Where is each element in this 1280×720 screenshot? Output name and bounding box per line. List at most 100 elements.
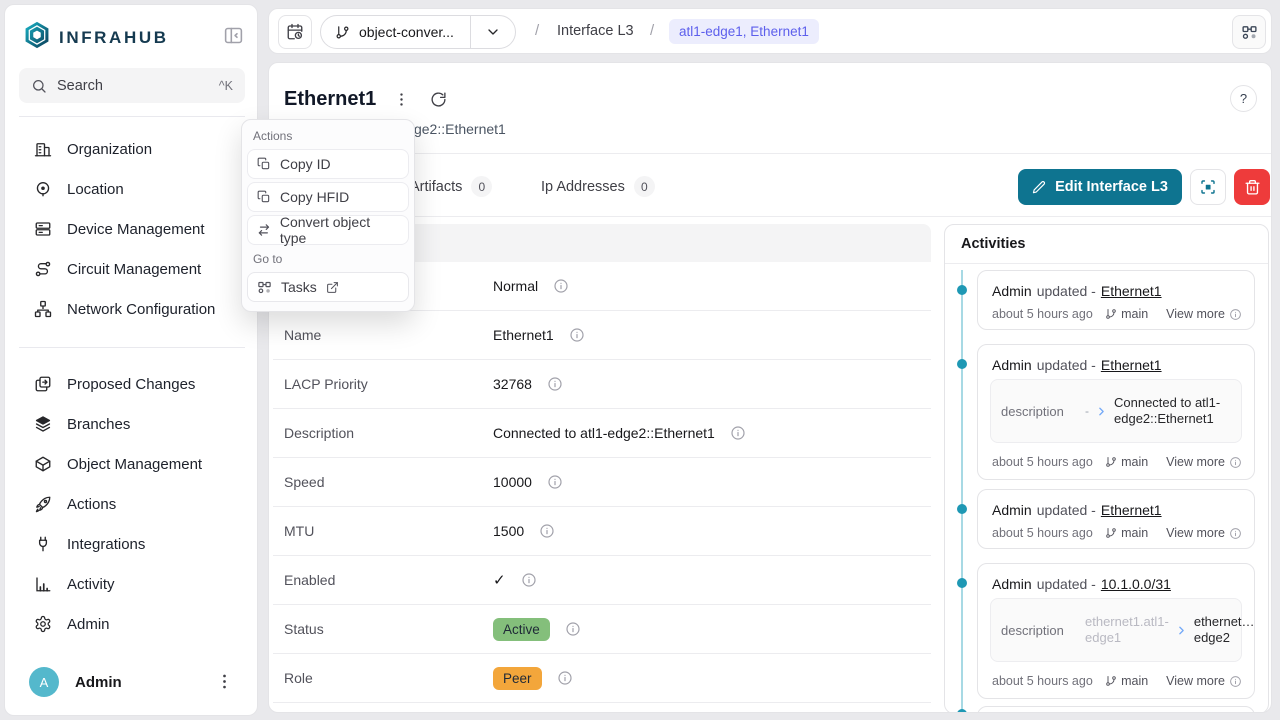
menu-section-actions: Actions [247, 125, 409, 146]
user-menu-kebab-icon[interactable] [215, 672, 234, 691]
delete-button[interactable] [1234, 169, 1270, 205]
git-branch-icon [1105, 527, 1117, 539]
refresh-icon[interactable] [430, 91, 447, 108]
status-badge: Active [493, 618, 550, 641]
menu-item-copy-id[interactable]: Copy ID [247, 149, 409, 179]
route-icon [34, 260, 52, 278]
sidebar-item-object-management[interactable]: Object Management [19, 444, 245, 484]
sidebar-item-location[interactable]: Location [19, 169, 245, 209]
calendar-clock-icon [286, 23, 304, 41]
time-travel-button[interactable] [278, 15, 312, 49]
view-more-link[interactable]: View more [1166, 455, 1242, 469]
box-icon [34, 455, 52, 473]
sidebar-item-integrations[interactable]: Integrations [19, 524, 245, 564]
info-icon[interactable] [539, 523, 555, 539]
activity-time: about 5 hours ago [992, 455, 1093, 469]
chevron-right-icon [1175, 624, 1188, 637]
sidebar-item-branches[interactable]: Branches [19, 404, 245, 444]
activity-card: Adminupdated -10.1.0.0/31 description et… [977, 563, 1255, 699]
menu-item-copy-hfid[interactable]: Copy HFID [247, 182, 409, 212]
sidebar-item-circuit-management[interactable]: Circuit Management [19, 249, 245, 289]
bar-chart-icon [34, 575, 52, 593]
info-icon[interactable] [553, 278, 569, 294]
diff-new-value: Connected to atl1-edge2::Ethernet1 [1114, 395, 1231, 428]
branch-selector[interactable]: object-conver... [320, 15, 516, 49]
menu-item-convert-object-type[interactable]: Convert object type [247, 215, 409, 245]
timeline-dot [957, 504, 967, 514]
diff-new-value: ethernet… edge2 [1194, 614, 1255, 647]
activity-target-link[interactable]: Ethernet1 [1101, 357, 1162, 373]
brand-name: INFRAHUB [59, 28, 169, 48]
info-icon [1229, 308, 1242, 321]
manage-groups-button[interactable] [1190, 169, 1226, 205]
info-icon[interactable] [569, 327, 585, 343]
sidebar-item-admin[interactable]: Admin [19, 604, 245, 644]
breadcrumb-separator: / [535, 22, 539, 39]
git-branch-icon [1105, 675, 1117, 687]
view-more-link[interactable]: View more [1166, 526, 1242, 540]
search-input[interactable]: Search ^K [19, 68, 245, 103]
page-title: Ethernet1 [284, 88, 376, 111]
git-branch-icon [335, 25, 350, 40]
activity-card: Adminupdated -Ethernet1 description - Co… [977, 344, 1255, 480]
activity-time: about 5 hours ago [992, 674, 1093, 688]
help-button[interactable]: ? [1230, 85, 1257, 112]
network-icon [34, 300, 52, 318]
sidebar-item-network-configuration[interactable]: Network Configuration [19, 289, 245, 329]
info-icon[interactable] [547, 376, 563, 392]
info-icon[interactable] [730, 425, 746, 441]
activity-target-link[interactable]: Ethernet1 [1101, 283, 1162, 299]
main-panel: Ethernet1 Connected to atl1-edge2::Ether… [268, 62, 1272, 713]
view-more-link[interactable]: View more [1166, 307, 1242, 321]
infrahub-logo-icon [23, 21, 51, 49]
breadcrumb-separator: / [650, 22, 654, 39]
timeline-dot [957, 709, 967, 713]
pencil-icon [1032, 180, 1046, 194]
activities-divider [945, 263, 1268, 264]
box-select-icon [1199, 178, 1217, 196]
tasks-shortcut-button[interactable] [1232, 15, 1266, 49]
gear-icon [34, 615, 52, 633]
activity-card: Adminupdated -Ethernet1 about 5 hours ag… [977, 489, 1255, 549]
breadcrumb-interface-l3[interactable]: Interface L3 [557, 23, 634, 39]
info-icon[interactable] [557, 670, 573, 686]
info-icon[interactable] [547, 474, 563, 490]
tab-artifacts[interactable]: Artifacts 0 [410, 176, 492, 197]
breadcrumb-current-object[interactable]: atl1-edge1, Ethernet1 [669, 19, 819, 44]
info-icon[interactable] [521, 572, 537, 588]
diff-old-value: ethernet1.atl1-edge1 [1085, 614, 1169, 647]
object-actions-kebab-icon[interactable] [393, 91, 410, 108]
tabs-divider [269, 216, 1272, 217]
menu-item-tasks[interactable]: Tasks [247, 272, 409, 302]
copy-icon [257, 190, 271, 204]
map-pin-icon [34, 180, 52, 198]
sidebar-item-proposed-changes[interactable]: Proposed Changes [19, 364, 245, 404]
git-branch-icon [1105, 456, 1117, 468]
edit-interface-button[interactable]: Edit Interface L3 [1018, 169, 1182, 205]
user-row[interactable]: A Admin [29, 665, 239, 699]
activity-time: about 5 hours ago [992, 526, 1093, 540]
search-placeholder: Search [57, 78, 103, 94]
view-more-link[interactable]: View more [1166, 674, 1242, 688]
sidebar-collapse-icon[interactable] [223, 25, 244, 46]
detail-row-description: Description Connected to atl1-edge2::Eth… [273, 409, 931, 458]
tab-ip-addresses[interactable]: Ip Addresses 0 [541, 176, 655, 197]
info-icon[interactable] [565, 621, 581, 637]
detail-row-enabled: Enabled ✓ [273, 556, 931, 605]
diff-box: description ethernet1.atl1-edge1 etherne… [990, 598, 1242, 662]
sidebar-item-actions[interactable]: Actions [19, 484, 245, 524]
avatar: A [29, 667, 59, 697]
activity-target-link[interactable]: 10.1.0.0/31 [1101, 576, 1171, 592]
workflow-icon [257, 280, 272, 295]
chevron-down-icon[interactable] [485, 24, 501, 40]
top-navbar: object-conver... / Interface L3 / atl1-e… [268, 8, 1272, 54]
role-badge: Peer [493, 667, 542, 690]
activity-target-link[interactable]: Ethernet1 [1101, 502, 1162, 518]
activities-panel: Activities Adminupdated -Ethernet1 about… [944, 224, 1269, 713]
sidebar-item-activity[interactable]: Activity [19, 564, 245, 604]
sidebar-item-organization[interactable]: Organization [19, 129, 245, 169]
detail-row-name: Name Ethernet1 [273, 311, 931, 360]
server-icon [34, 220, 52, 238]
sidebar-item-device-management[interactable]: Device Management [19, 209, 245, 249]
detail-row-lacp-priority: LACP Priority 32768 [273, 360, 931, 409]
